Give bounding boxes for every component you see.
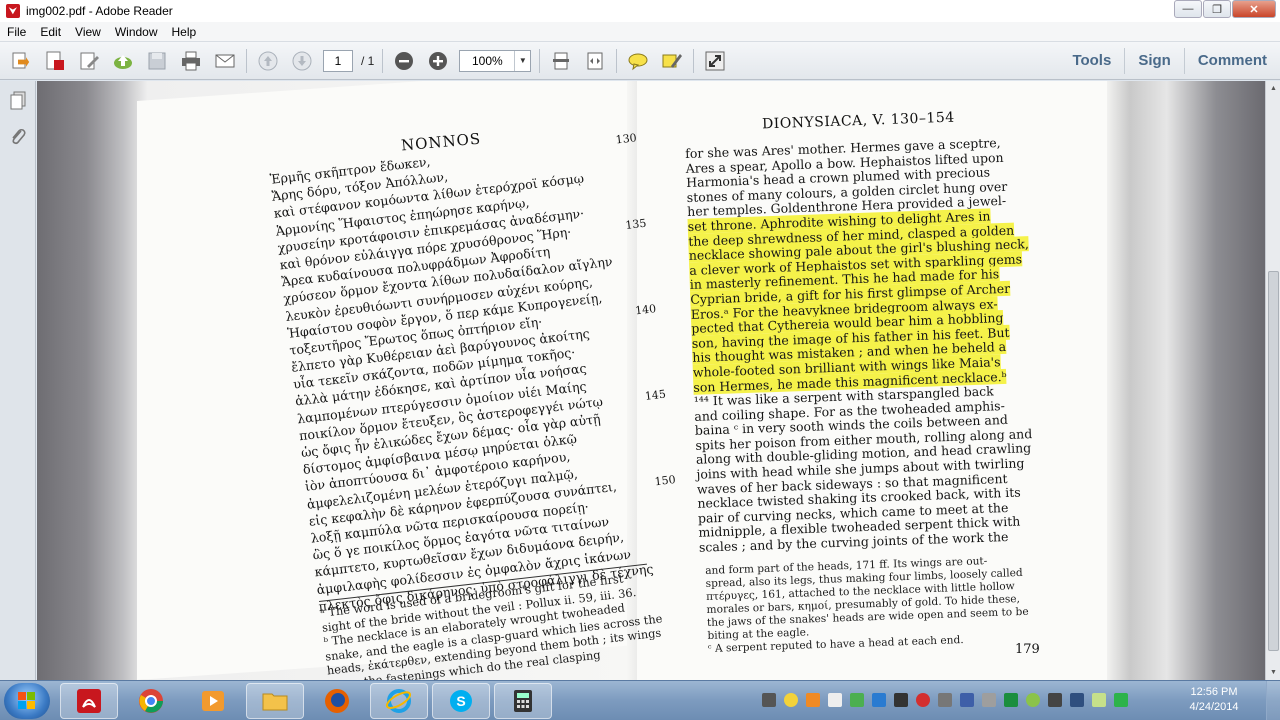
- email-icon[interactable]: [212, 48, 238, 74]
- taskbar: S 12:56 PM 4/24/2014: [0, 680, 1280, 720]
- window-title: img002.pdf - Adobe Reader: [26, 4, 173, 18]
- prev-page-icon[interactable]: [255, 48, 281, 74]
- zoom-value: 100%: [471, 53, 503, 68]
- save-icon[interactable]: [144, 48, 170, 74]
- tray-w-icon[interactable]: [1026, 693, 1040, 707]
- tray-check-icon[interactable]: [850, 693, 864, 707]
- tray-evernote-icon[interactable]: [1114, 693, 1128, 707]
- fit-width-icon[interactable]: [582, 48, 608, 74]
- attachment-icon[interactable]: [6, 125, 30, 149]
- next-page-icon[interactable]: [289, 48, 315, 74]
- tray-usb-icon[interactable]: [938, 693, 952, 707]
- english-text-block: for she was Ares' mother. Hermes gave a …: [685, 135, 1044, 555]
- edit-icon[interactable]: [76, 48, 102, 74]
- line-number: 140: [634, 301, 657, 318]
- fullscreen-icon[interactable]: [702, 48, 728, 74]
- tray-monitor-icon[interactable]: [894, 693, 908, 707]
- zoom-out-icon[interactable]: [391, 48, 417, 74]
- adobe-reader-icon[interactable]: [60, 683, 118, 719]
- menu-file[interactable]: File: [0, 25, 33, 39]
- system-clock[interactable]: 12:56 PM 4/24/2014: [1182, 685, 1246, 715]
- menu-view[interactable]: View: [68, 25, 108, 39]
- line-number: 145: [644, 387, 667, 403]
- navigation-panel: [0, 81, 36, 680]
- tray-device-icon[interactable]: [982, 693, 996, 707]
- comment-link[interactable]: Comment: [1183, 48, 1280, 74]
- comment-icon[interactable]: [625, 48, 651, 74]
- clock-time: 12:56 PM: [1190, 686, 1238, 698]
- page-number: 179: [1015, 642, 1040, 657]
- menu-window[interactable]: Window: [108, 25, 165, 39]
- toolbar-separator: [246, 48, 247, 73]
- right-links: Tools Sign Comment: [1059, 42, 1280, 80]
- right-footnotes: and form part of the heads, 171 ff. Its …: [705, 553, 1038, 655]
- chevron-down-icon[interactable]: ▼: [514, 50, 530, 71]
- chrome-icon[interactable]: [122, 683, 180, 719]
- upload-icon[interactable]: [110, 48, 136, 74]
- line-number: 150: [653, 472, 677, 489]
- toolbar-separator: [693, 48, 695, 73]
- adobe-pdf-icon: ⮟: [6, 4, 20, 18]
- print-icon[interactable]: [178, 48, 204, 74]
- zoom-in-icon[interactable]: [425, 48, 451, 74]
- title-bar: ⮟ img002.pdf - Adobe Reader — ❐ ✕: [0, 0, 1280, 22]
- vertical-scrollbar[interactable]: ▲ ▼: [1265, 81, 1280, 680]
- tray-sync-icon[interactable]: [1004, 693, 1018, 707]
- scroll-down-arrow[interactable]: ▼: [1266, 665, 1280, 680]
- svg-text:S: S: [456, 693, 465, 709]
- zoom-select[interactable]: 100% ▼: [459, 49, 532, 72]
- toolbar-separator: [382, 48, 384, 73]
- export-pdf-icon[interactable]: [42, 48, 68, 74]
- create-pdf-icon[interactable]: [8, 48, 34, 74]
- internet-explorer-icon[interactable]: [370, 683, 428, 719]
- sign-link[interactable]: Sign: [1124, 48, 1184, 74]
- scroll-up-arrow[interactable]: ▲: [1266, 81, 1280, 96]
- tray-smiley-icon[interactable]: [784, 693, 798, 707]
- toolbar-separator: [616, 48, 618, 73]
- fit-page-icon[interactable]: [548, 48, 574, 74]
- tray-volume-icon[interactable]: [1048, 693, 1062, 707]
- document-viewer[interactable]: NONNOS Ἑρμῆς σκῆπτρον ἔδωκεν, 130 Ἄρης δόρ…: [37, 81, 1265, 680]
- toolbar-separator: [539, 48, 541, 73]
- menu-help[interactable]: Help: [165, 25, 204, 39]
- system-tray: [762, 693, 1136, 707]
- file-explorer-icon[interactable]: [246, 683, 304, 719]
- page-thumbnails-icon[interactable]: [6, 89, 30, 113]
- media-player-icon[interactable]: [184, 683, 242, 719]
- tray-wifi-icon[interactable]: [1070, 693, 1084, 707]
- menu-bar: File Edit View Window Help: [0, 22, 1280, 42]
- greek-text-block: Ἑρμῆς σκῆπτρον ἔδωκεν, 130 Ἄρης δόρυ, τόξο…: [269, 130, 677, 615]
- clock-date: 4/24/2014: [1189, 701, 1239, 713]
- windows-logo-icon: [18, 692, 35, 709]
- tray-network-icon[interactable]: [872, 693, 886, 707]
- tray-calculator-icon[interactable]: [762, 693, 776, 707]
- scroll-thumb[interactable]: [1268, 271, 1279, 651]
- page-total: / 1: [361, 53, 375, 68]
- minimize-button[interactable]: —: [1174, 0, 1202, 18]
- tray-flag-icon[interactable]: [828, 693, 842, 707]
- toolbar: 1 / 1 100% ▼ Tools Sign Comment: [0, 42, 1280, 80]
- menu-edit[interactable]: Edit: [33, 25, 68, 39]
- line-number: 135: [624, 216, 648, 232]
- tray-antivirus-icon[interactable]: [916, 693, 930, 707]
- calculator-icon[interactable]: [494, 683, 552, 719]
- page-number-input[interactable]: 1: [323, 49, 353, 72]
- maximize-button[interactable]: ❐: [1203, 0, 1231, 18]
- tools-link[interactable]: Tools: [1059, 48, 1124, 74]
- show-desktop-button[interactable]: [1266, 681, 1280, 720]
- tray-note-icon[interactable]: [1092, 693, 1106, 707]
- firefox-icon[interactable]: [308, 683, 366, 719]
- window-controls: — ❐ ✕: [1173, 0, 1276, 20]
- close-button[interactable]: ✕: [1232, 0, 1276, 18]
- start-button[interactable]: [4, 683, 50, 719]
- tray-app-icon[interactable]: [806, 693, 820, 707]
- skype-icon[interactable]: S: [432, 683, 490, 719]
- tray-display-icon[interactable]: [960, 693, 974, 707]
- line-number: 130: [614, 131, 638, 147]
- highlight-icon[interactable]: [659, 48, 685, 74]
